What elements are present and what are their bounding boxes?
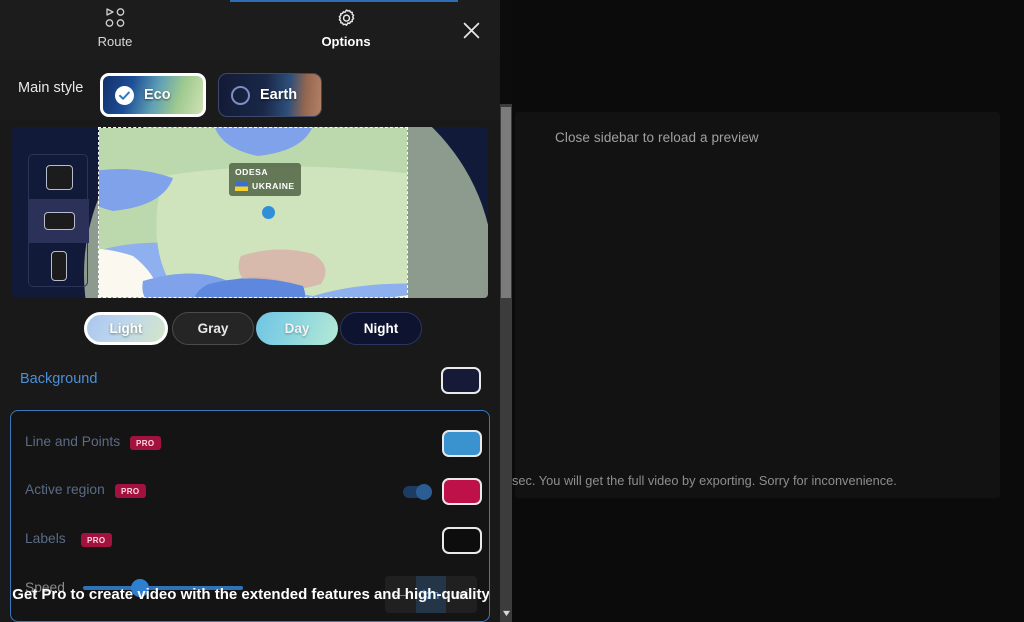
theme-light-label: Light <box>110 321 143 336</box>
map-place-label: ODESA UKRAINE <box>229 163 301 196</box>
close-icon <box>463 22 480 39</box>
tab-options[interactable]: Options <box>286 5 406 49</box>
portrait-shape-icon <box>51 251 67 281</box>
tab-route[interactable]: Route <box>55 5 175 49</box>
theme-day[interactable]: Day <box>256 312 338 345</box>
tab-route-label: Route <box>98 34 133 49</box>
theme-gray-label: Gray <box>198 321 229 336</box>
pro-row-labels: Labels PRO <box>11 516 490 564</box>
map-city-name: ODESA <box>235 167 296 177</box>
map-graphic <box>98 127 408 298</box>
aspect-ratio-panel <box>28 154 88 287</box>
preview-card <box>515 112 1000 498</box>
theme-night[interactable]: Night <box>340 312 422 345</box>
pro-features-block: Line and Points PRO Active region PRO La… <box>10 410 490 622</box>
pro-row-line-and-points: Line and Points PRO <box>11 419 490 467</box>
main-style-label: Main style <box>18 80 83 96</box>
preview-pane: Close sidebar to reload a preview sec. Y… <box>512 0 1024 622</box>
theme-night-label: Night <box>364 321 399 336</box>
close-sidebar-button[interactable] <box>458 17 484 43</box>
line-and-points-label: Line and Points <box>25 434 120 449</box>
theme-gray[interactable]: Gray <box>172 312 254 345</box>
toggle-knob <box>416 484 432 500</box>
theme-light[interactable]: Light <box>84 312 168 345</box>
aspect-ratio-wide[interactable] <box>29 199 89 243</box>
get-pro-overlay-text: Get Pro to create video with the extende… <box>11 584 490 606</box>
pro-row-active-region: Active region PRO <box>11 467 490 515</box>
preview-export-note: sec. You will get the full video by expo… <box>512 473 1012 488</box>
main-style-row: Main style Eco Earth <box>0 58 500 120</box>
radio-circle-icon <box>231 86 250 105</box>
map-preview[interactable]: ODESA UKRAINE <box>12 127 488 298</box>
preview-reload-note: Close sidebar to reload a preview <box>555 130 759 145</box>
app-root: Close sidebar to reload a preview sec. Y… <box>0 0 1024 622</box>
labels-label: Labels <box>25 531 66 546</box>
tab-options-label: Options <box>321 34 370 49</box>
style-option-earth-label: Earth <box>260 87 297 103</box>
map-country-name: UKRAINE <box>252 181 295 191</box>
pro-badge: PRO <box>115 484 146 498</box>
wide-shape-icon <box>44 212 75 230</box>
map-crop-frame[interactable]: ODESA UKRAINE <box>98 127 408 298</box>
aspect-ratio-portrait[interactable] <box>29 244 89 288</box>
theme-day-label: Day <box>285 321 310 336</box>
square-shape-icon <box>46 165 73 190</box>
map-location-marker <box>262 206 275 219</box>
labels-color-swatch[interactable] <box>442 527 482 554</box>
aspect-ratio-square[interactable] <box>29 155 89 199</box>
gear-icon <box>335 5 358 31</box>
ukraine-flag-icon <box>235 182 248 191</box>
background-color-swatch[interactable] <box>441 367 481 394</box>
options-sidebar: Route Options Main style <box>0 0 500 622</box>
sidebar-scrollbar-thumb[interactable] <box>501 107 511 298</box>
scroll-down-arrow-icon[interactable] <box>501 607 511 619</box>
background-row: Background <box>0 358 500 402</box>
background-label[interactable]: Background <box>20 371 97 387</box>
line-and-points-color-swatch[interactable] <box>442 430 482 457</box>
pro-badge: PRO <box>130 436 161 450</box>
active-region-color-swatch[interactable] <box>442 478 482 505</box>
active-region-toggle[interactable] <box>403 486 432 498</box>
style-option-eco[interactable]: Eco <box>100 73 206 117</box>
sidebar-tabbar: Route Options <box>0 0 500 58</box>
style-option-eco-label: Eco <box>144 87 171 103</box>
pro-badge: PRO <box>81 533 112 547</box>
style-option-earth[interactable]: Earth <box>218 73 322 117</box>
route-nodes-icon <box>104 5 126 31</box>
active-region-label: Active region <box>25 482 105 497</box>
active-tab-underline <box>230 0 458 2</box>
check-circle-icon <box>115 86 134 105</box>
